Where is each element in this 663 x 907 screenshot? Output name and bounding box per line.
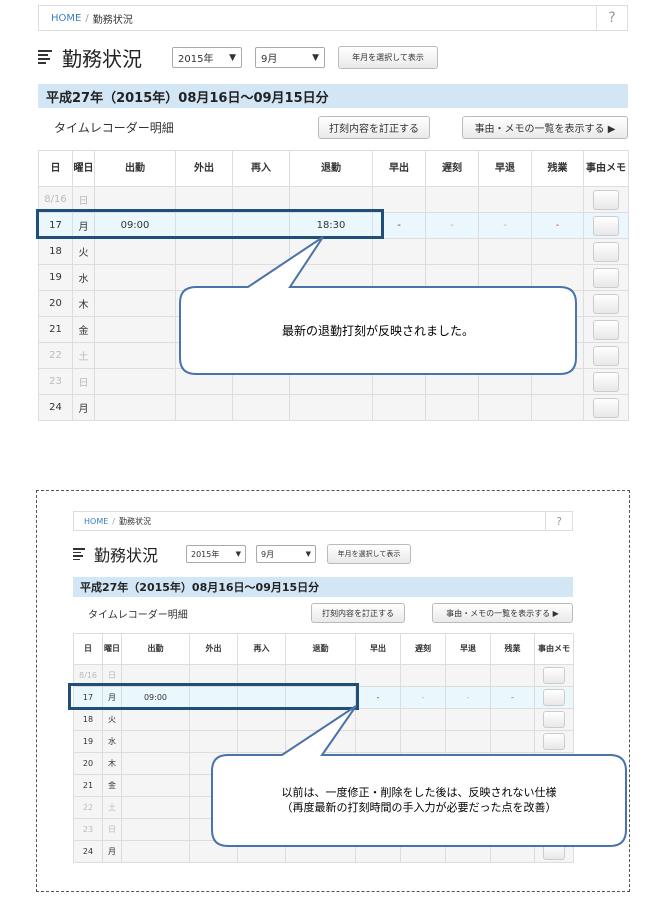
top-panel: HOME / 勤務状況 ? 勤務状況 2015年 ▼ 9月 ▼ 年月を選択して表… [0,0,663,430]
breadcrumb: HOME / 勤務状況 ? [73,511,573,531]
help-button[interactable]: ? [545,512,572,530]
breadcrumb-home-link[interactable]: HOME [84,517,108,526]
breadcrumb-separator: / [112,516,115,526]
before-screenshot-frame [36,490,630,892]
breadcrumb-current: 勤務状況 [118,516,151,526]
callout-top-text: 最新の退勤打刻が反映されました。 [281,323,474,338]
